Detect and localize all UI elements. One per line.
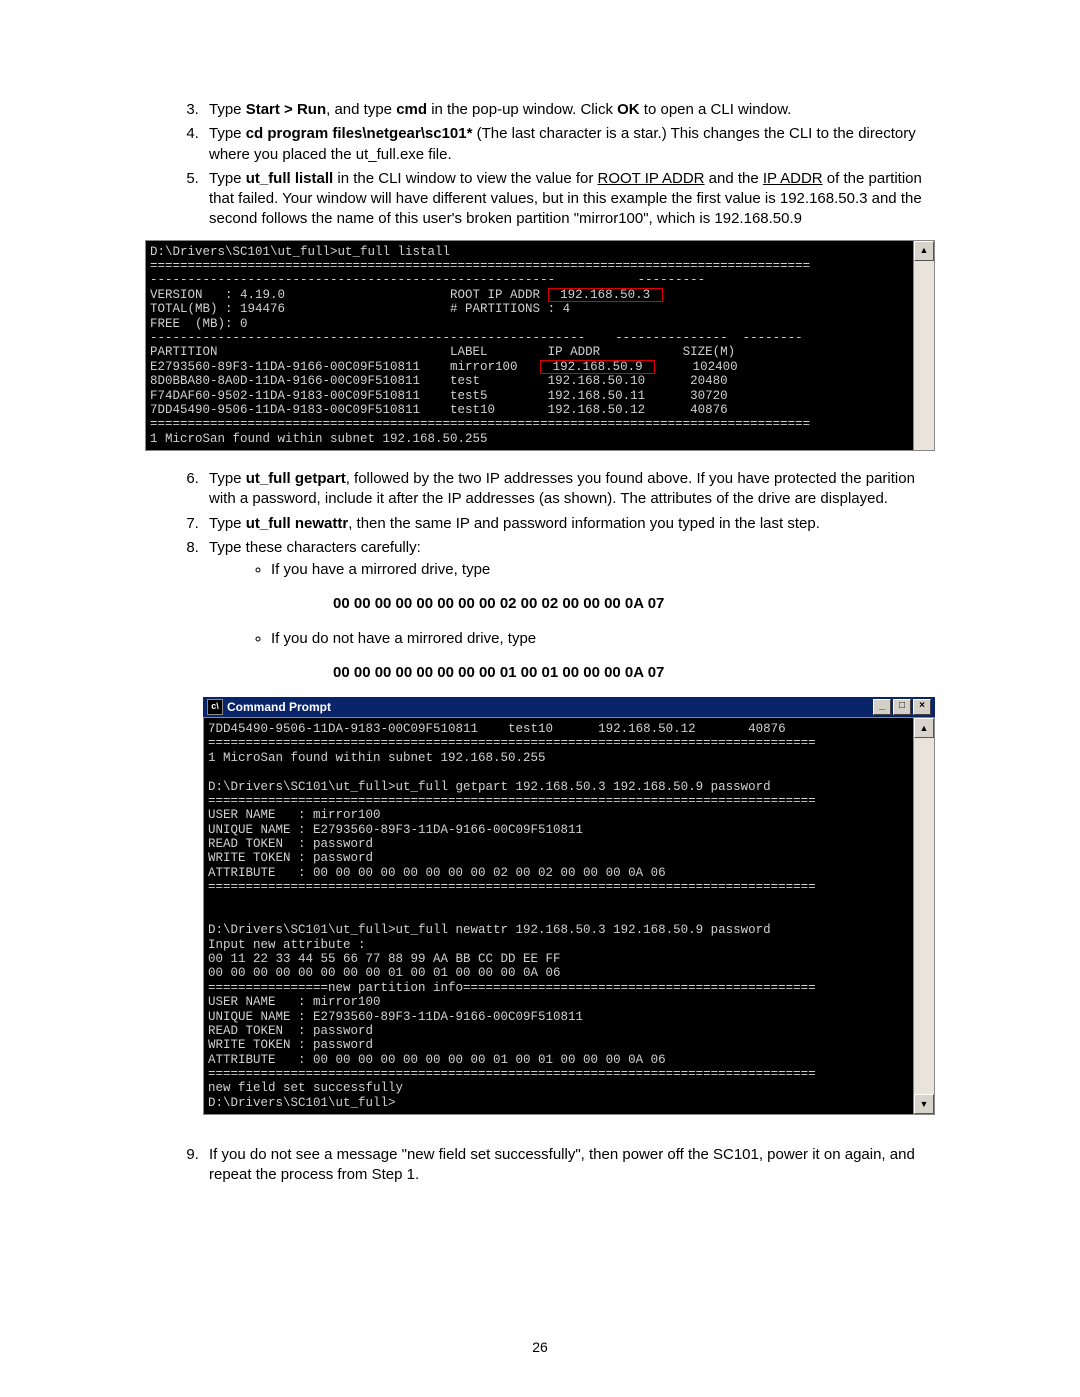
step-8-mirrored: If you have a mirrored drive, type 00 00… (271, 560, 935, 615)
scroll-down-icon[interactable]: ▼ (914, 1094, 934, 1114)
cmd-scrollbar[interactable]: ▲ ▼ (914, 717, 935, 1115)
step-8-sublist: If you have a mirrored drive, type 00 00… (209, 560, 935, 683)
step-4: Type cd program files\netgear\sc101* (Th… (203, 124, 935, 165)
maximize-button[interactable]: □ (893, 699, 911, 715)
scrollbar[interactable]: ▲ (914, 240, 935, 452)
close-button[interactable]: × (913, 699, 931, 715)
instruction-list-cont: Type ut_full getpart, followed by the tw… (145, 469, 935, 683)
window-title: Command Prompt (227, 699, 331, 715)
step-3: Type Start > Run, and type cmd in the po… (203, 100, 935, 120)
page-number: 26 (0, 1338, 1080, 1357)
root-ip-highlight: 192.168.50.3 (548, 288, 663, 303)
command-prompt-body: 7DD45490-9506-11DA-9183-00C09F510811 tes… (203, 717, 914, 1115)
step-9: If you do not see a message "new field s… (203, 1145, 935, 1186)
hex-not-mirrored: 00 00 00 00 00 00 00 00 01 00 01 00 00 0… (333, 663, 935, 683)
instruction-list-final: If you do not see a message "new field s… (145, 1145, 935, 1186)
scroll-up-icon[interactable]: ▲ (914, 241, 934, 261)
terminal-listall: D:\Drivers\SC101\ut_full>ut_full listall… (145, 240, 935, 452)
step-8: Type these characters carefully: If you … (203, 538, 935, 683)
hex-mirrored: 00 00 00 00 00 00 00 00 02 00 02 00 00 0… (333, 594, 935, 614)
partition-ip-highlight: 192.168.50.9 (540, 360, 655, 375)
step-6: Type ut_full getpart, followed by the tw… (203, 469, 935, 510)
step-8-intro: Type these characters carefully: (209, 539, 421, 556)
step-7: Type ut_full newattr, then the same IP a… (203, 514, 935, 534)
scroll-up-icon[interactable]: ▲ (914, 718, 934, 738)
step-5: Type ut_full listall in the CLI window t… (203, 169, 935, 230)
step-8-not-mirrored: If you do not have a mirrored drive, typ… (271, 629, 935, 684)
instruction-list: Type Start > Run, and type cmd in the po… (145, 100, 935, 230)
minimize-button[interactable]: _ (873, 699, 891, 715)
terminal-listall-body: D:\Drivers\SC101\ut_full>ut_full listall… (145, 240, 914, 452)
titlebar: c\ Command Prompt _ □ × (203, 697, 935, 717)
command-prompt-window: c\ Command Prompt _ □ × 7DD45490-9506-11… (203, 697, 935, 1115)
cmd-icon: c\ (207, 699, 223, 715)
